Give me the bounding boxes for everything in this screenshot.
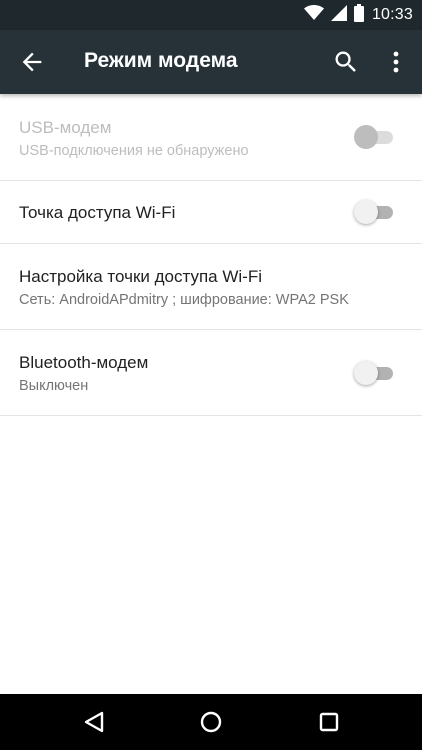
overflow-menu-button[interactable] xyxy=(384,48,408,76)
page-title: Режим модема xyxy=(84,49,238,72)
wifi-switch-thumb xyxy=(354,200,378,224)
usb-tethering-summary: USB-подключения не обнаружено xyxy=(19,143,249,159)
more-vert-icon xyxy=(393,51,399,73)
usb-tethering-switch[interactable] xyxy=(354,125,393,149)
wifi-signal-icon xyxy=(303,4,324,26)
hotspot-settings-item[interactable]: Настройка точки доступа Wi-Fi Сеть: Andr… xyxy=(0,244,422,330)
navigation-bar xyxy=(0,694,422,750)
hotspot-settings-title: Настройка точки доступа Wi-Fi xyxy=(19,267,262,286)
cell-signal-icon xyxy=(330,4,347,26)
bluetooth-tethering-switch[interactable] xyxy=(354,361,393,385)
nav-home-icon xyxy=(200,711,222,733)
status-bar: 10:33 xyxy=(0,0,422,30)
arrow-back-icon xyxy=(22,52,42,72)
bluetooth-switch-thumb xyxy=(354,361,378,385)
nav-home-button[interactable] xyxy=(197,708,225,736)
usb-tethering-item[interactable]: USB-модем USB-подключения не обнаружено xyxy=(0,94,422,181)
hotspot-settings-summary: Сеть: AndroidAPdmitry ; шифрование: WPA2… xyxy=(19,292,349,308)
wifi-hotspot-texts: Точка доступа Wi-Fi xyxy=(19,202,352,224)
hotspot-settings-texts: Настройка точки доступа Wi-Fi Сеть: Andr… xyxy=(19,266,412,310)
usb-tethering-texts: USB-модем USB-подключения не обнаружено xyxy=(19,117,352,161)
wifi-hotspot-switch[interactable] xyxy=(354,200,393,224)
back-button[interactable] xyxy=(18,48,46,76)
status-time: 10:33 xyxy=(371,6,413,23)
usb-tethering-title: USB-модем xyxy=(19,118,112,137)
nav-back-button[interactable] xyxy=(80,708,108,736)
nav-back-icon xyxy=(84,711,104,733)
bluetooth-tethering-summary: Выключен xyxy=(19,378,89,394)
bluetooth-tethering-title: Bluetooth-модем xyxy=(19,353,149,372)
battery-icon xyxy=(353,3,364,27)
wifi-hotspot-title: Точка доступа Wi-Fi xyxy=(19,203,176,222)
app-bar: Режим модема xyxy=(0,30,422,94)
wifi-hotspot-item[interactable]: Точка доступа Wi-Fi xyxy=(0,181,422,244)
usb-switch-thumb xyxy=(354,125,378,149)
search-icon xyxy=(335,51,356,72)
nav-recents-icon xyxy=(319,712,339,732)
settings-list: USB-модем USB-подключения не обнаружено … xyxy=(0,94,422,416)
search-button[interactable] xyxy=(332,48,360,76)
bluetooth-tethering-item[interactable]: Bluetooth-модем Выключен xyxy=(0,330,422,416)
bluetooth-tethering-texts: Bluetooth-модем Выключен xyxy=(19,352,352,396)
nav-recents-button[interactable] xyxy=(315,708,343,736)
